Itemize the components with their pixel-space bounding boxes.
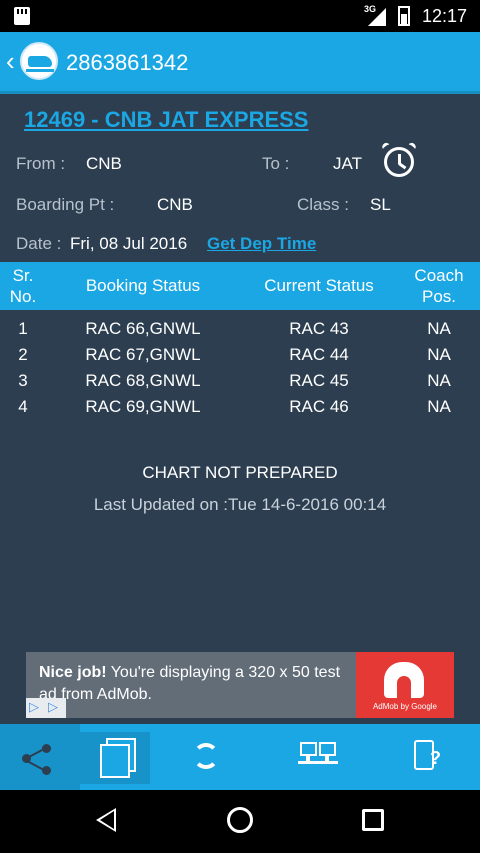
cell-booking: RAC 67,GNWL [85,345,201,364]
cell-sr: 2 [18,345,28,364]
cell-booking: RAC 69,GNWL [85,397,201,416]
admob-brand: AdMob by Google [372,702,438,711]
ad-choices-icon[interactable]: ▷ ▷ [26,698,66,718]
chart-status: CHART NOT PREPARED [142,463,338,482]
pnr-number: 2863861342 [66,50,189,75]
cell-sr: 3 [18,371,28,390]
header-coach-pos: Coach Pos. [414,266,464,306]
sd-card-icon [14,7,30,25]
nav-back-icon[interactable] [96,808,116,832]
cell-coach: NA [427,319,451,338]
cell-booking: RAC 66,GNWL [85,319,201,338]
copy-status-button[interactable] [76,724,150,790]
cell-current: RAC 45 [289,371,349,390]
question-icon: ? [430,748,441,768]
app-bar: ‹ 2863861342 [0,32,480,94]
cell-coach: NA [427,345,451,364]
table-row: 1 RAC 66,GNWL RAC 43 NA [0,316,480,342]
ad-text: Nice job! You're displaying a 320 x 50 t… [39,662,359,706]
cell-booking: RAC 68,GNWL [85,371,201,390]
share-button[interactable] [0,724,80,790]
battery-icon [398,6,410,26]
back-chevron-icon[interactable]: ‹ [6,46,15,77]
compare-button[interactable] [298,742,338,772]
to-value: JAT [333,154,362,173]
status-bar: 3G 12:17 [0,0,480,32]
admob-panel: AdMob by Google [356,652,454,718]
last-updated: Last Updated on :Tue 14-6-2016 00:14 [93,495,387,514]
ad-headline: Nice job! [39,664,107,681]
to-label: To : [262,154,290,173]
date-value: Fri, 08 Jul 2016 [70,234,188,253]
cell-coach: NA [427,397,451,416]
boarding-value: CNB [157,195,193,214]
table-row: 3 RAC 68,GNWL RAC 45 NA [0,368,480,394]
get-dep-time-link[interactable]: Get Dep Time [207,234,316,254]
train-title-link[interactable]: 12469 - CNB JAT EXPRESS [24,107,308,133]
refresh-button[interactable] [190,740,222,772]
cell-sr: 1 [18,319,28,338]
cell-current: RAC 43 [289,319,349,338]
phone-help-button[interactable]: ? [414,740,441,770]
from-label: From : [16,154,66,173]
nav-recents-icon[interactable] [362,809,384,831]
from-value: CNB [86,154,122,173]
monitors-icon [300,742,317,756]
header-sr-no: Sr. No. [9,266,37,306]
cell-current: RAC 46 [289,397,349,416]
system-nav-bar [0,790,480,853]
boarding-label: Boarding Pt : [16,195,115,214]
table-row: 4 RAC 69,GNWL RAC 46 NA [0,394,480,420]
date-label: Date : [16,234,62,253]
class-label: Class : [297,195,349,214]
bottom-toolbar: ? [0,724,480,790]
train-logo-icon[interactable] [20,42,58,80]
status-table-header: Sr. No. Booking Status Current Status Co… [0,262,480,310]
class-value: SL [370,195,391,214]
header-current-status: Current Status [264,276,374,295]
cell-coach: NA [427,371,451,390]
alarm-clock-icon[interactable] [380,141,418,177]
cell-current: RAC 44 [289,345,349,364]
signal-icon [368,8,386,26]
table-row: 2 RAC 67,GNWL RAC 44 NA [0,342,480,368]
nav-home-icon[interactable] [227,807,253,833]
ad-banner[interactable]: Nice job! You're displaying a 320 x 50 t… [26,652,454,718]
header-booking-status: Booking Status [85,276,201,295]
cell-sr: 4 [18,397,28,416]
refresh-icon [193,743,219,769]
clock: 12:17 [422,6,468,26]
admob-logo-icon [384,662,424,698]
